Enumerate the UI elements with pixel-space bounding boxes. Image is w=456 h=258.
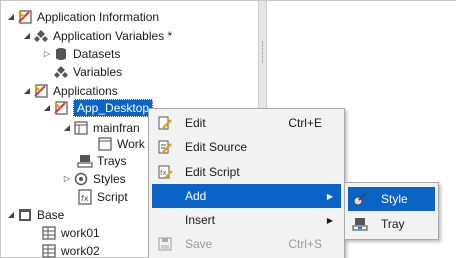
submenu-item-tray[interactable]: Tray [348, 212, 435, 236]
collapse-icon[interactable]: ◢ [41, 98, 53, 117]
expand-icon[interactable]: ▷ [61, 169, 73, 188]
tree-item-work01[interactable]: work01 [29, 223, 100, 242]
tree-item-application-information[interactable]: ◢ Application Information [5, 7, 159, 26]
shortcut-label: Ctrl+E [288, 116, 322, 130]
tray-icon [77, 153, 93, 169]
menu-item-label: Edit [185, 116, 206, 130]
base-icon [17, 207, 33, 223]
table-icon [41, 225, 57, 241]
menu-item-label: Save [185, 237, 213, 251]
menu-item-edit[interactable]: Edit Ctrl+E [152, 111, 341, 135]
tree-item-styles[interactable]: ▷ Styles [61, 169, 126, 188]
database-icon [53, 46, 69, 62]
collapse-icon[interactable]: ◢ [5, 205, 17, 224]
application-info-icon [17, 9, 33, 25]
menu-item-label: Insert [185, 213, 216, 227]
frame-icon [97, 136, 113, 152]
tree-item-label: Work [117, 136, 145, 151]
tree-item-work02[interactable]: work02 [29, 241, 100, 258]
shortcut-label: Ctrl+S [288, 237, 322, 251]
tree-item-label: Applications [53, 83, 118, 98]
tree-item-label: work01 [61, 225, 100, 240]
menu-item-add[interactable]: Add ▶ [152, 184, 341, 208]
menu-item-label: Edit Script [185, 165, 240, 179]
submenu-item-style[interactable]: Style [348, 187, 435, 211]
collapse-icon[interactable]: ◢ [21, 81, 33, 100]
tree-item-datasets[interactable]: ▷ Datasets [41, 44, 120, 63]
menu-item-edit-script[interactable]: fx Edit Script [152, 160, 341, 184]
variables-icon [53, 64, 69, 80]
menu-item-insert[interactable]: Insert ▶ [152, 208, 341, 232]
tree-item-label: Base [37, 207, 65, 222]
save-icon [152, 232, 178, 256]
window-frame: ◢ Application Information ◢ Application … [0, 0, 456, 258]
edit-icon [152, 111, 178, 135]
collapse-icon[interactable]: ◢ [61, 118, 73, 137]
table-icon [41, 243, 57, 258]
context-menu: Edit Ctrl+E Edit Source fx Edit Script A… [148, 108, 345, 258]
collapse-icon[interactable]: ◢ [5, 7, 17, 26]
tree-item-script[interactable]: fx Script [65, 187, 128, 206]
tree-item-variables[interactable]: Variables [41, 62, 122, 81]
tree-item-application-variables[interactable]: ◢ Application Variables * [21, 26, 172, 45]
tree-item-label: Variables [73, 64, 123, 79]
applications-icon [33, 83, 49, 99]
tree-item-trays[interactable]: Trays [65, 151, 127, 170]
submenu-arrow-icon: ▶ [326, 191, 333, 201]
expand-icon[interactable]: ▷ [41, 44, 53, 63]
tree-item-label: mainfran [93, 120, 140, 135]
variables-icon [33, 28, 49, 44]
menu-item-label: Edit Source [185, 140, 248, 154]
splitter-grip[interactable] [262, 41, 264, 63]
tree-item-label: Datasets [73, 46, 121, 61]
menu-item-label: Tray [381, 217, 405, 231]
tree-item-label: Styles [93, 171, 126, 186]
tree-item-label: Trays [97, 153, 127, 168]
add-submenu: Style Tray [344, 182, 439, 240]
tree-item-label: Script [97, 189, 128, 204]
tree-item-label: Application Variables * [53, 28, 173, 43]
style-icon [348, 187, 372, 211]
submenu-arrow-icon: ▶ [326, 215, 333, 225]
tree-item-base[interactable]: ◢ Base [5, 205, 64, 224]
script-icon: fx [77, 188, 93, 205]
tree-item-label: Application Information [37, 9, 160, 24]
svg-text:fx: fx [81, 194, 89, 203]
tree-item-app-desktop[interactable]: ◢ App_Desktop [41, 98, 154, 117]
menu-item-save[interactable]: Save Ctrl+S [152, 232, 341, 256]
menu-item-edit-source[interactable]: Edit Source [152, 135, 341, 159]
tree-item-label: work02 [61, 243, 100, 258]
menu-item-label: Add [185, 189, 207, 203]
edit-script-icon: fx [152, 160, 178, 184]
styles-icon [73, 171, 89, 187]
menu-item-label: Style [381, 192, 408, 206]
edit-source-icon [152, 135, 178, 159]
svg-text:fx: fx [160, 169, 167, 177]
collapse-icon[interactable]: ◢ [21, 26, 33, 45]
application-icon [53, 100, 69, 116]
tray-icon [348, 212, 372, 236]
tree-item-label-selected: App_Desktop [73, 98, 154, 117]
